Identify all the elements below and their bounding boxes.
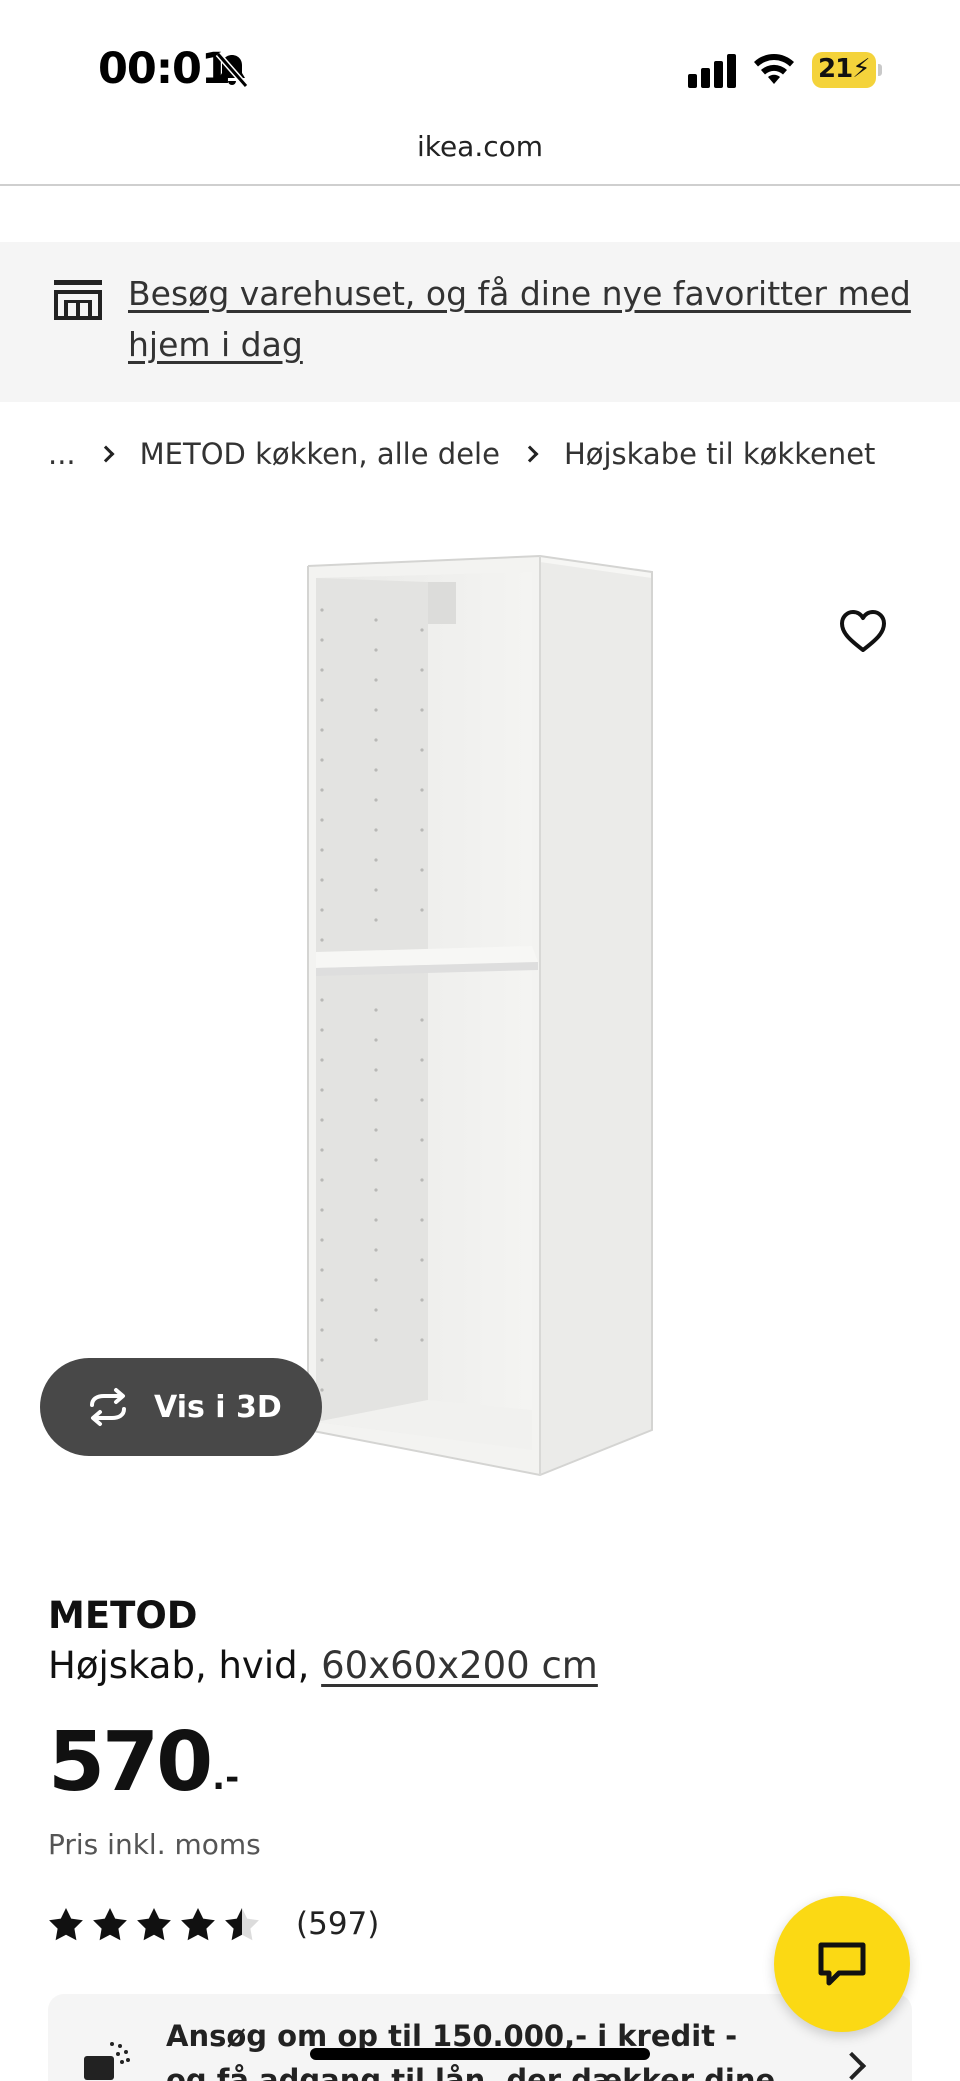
product-description: Højskab, hvid, 60x60x200 cm [48, 1644, 598, 1687]
battery-icon: 21⚡ [812, 52, 882, 88]
product-type: Højskab, hvid, [48, 1644, 310, 1687]
breadcrumb-item-tall-cabinets[interactable]: Højskabe til køkkenet [564, 437, 875, 471]
bell-off-icon [215, 52, 249, 88]
vat-note: Pris inkl. moms [48, 1828, 261, 1861]
battery-tip [878, 64, 882, 76]
breadcrumb-item-ellipsis[interactable]: ... [48, 437, 76, 471]
view-in-3d-label: Vis i 3D [154, 1389, 282, 1425]
product-rating[interactable]: (597) [48, 1906, 379, 1942]
chevron-right-icon [97, 445, 115, 463]
star-icon [93, 1908, 127, 1941]
product-image [307, 554, 653, 1477]
price-integer: 570 [48, 1715, 213, 1810]
address-bar-divider [0, 184, 960, 186]
status-bar: 00:01 21⚡ [0, 0, 960, 130]
store-visit-link[interactable]: Besøg varehuset, og få dine nye favoritt… [128, 268, 918, 370]
chat-bubble-icon [818, 1942, 866, 1986]
wifi-icon [754, 54, 794, 84]
credit-card-icon [84, 2042, 130, 2080]
product-price: 570 .- [48, 1722, 239, 1804]
rating-stars [48, 1907, 268, 1941]
view-in-3d-button[interactable]: Vis i 3D [40, 1358, 322, 1456]
battery-level: 21⚡ [818, 54, 870, 84]
rotate-3d-icon [90, 1388, 126, 1426]
product-name: METOD [48, 1594, 198, 1637]
cellular-signal-icon [688, 54, 736, 88]
breadcrumb-item-metod[interactable]: METOD køkken, alle dele [140, 437, 500, 471]
browser-domain[interactable]: ikea.com [0, 130, 960, 163]
star-icon [225, 1908, 259, 1941]
collapsed-search-bar [60, 160, 900, 202]
heart-icon[interactable] [838, 608, 888, 654]
breadcrumb: ... METOD køkken, alle dele Højskabe til… [48, 434, 875, 474]
chevron-right-icon [521, 445, 539, 463]
review-count[interactable]: (597) [296, 1906, 379, 1942]
status-time: 00:01 [98, 44, 231, 94]
product-size-link[interactable]: 60x60x200 cm [321, 1644, 598, 1687]
star-icon [137, 1908, 171, 1941]
price-suffix: .- [212, 1758, 240, 1798]
star-icon [49, 1908, 83, 1941]
star-icon [181, 1908, 215, 1941]
store-icon [54, 280, 102, 320]
chat-button[interactable] [774, 1896, 910, 2032]
home-indicator [310, 2048, 650, 2060]
